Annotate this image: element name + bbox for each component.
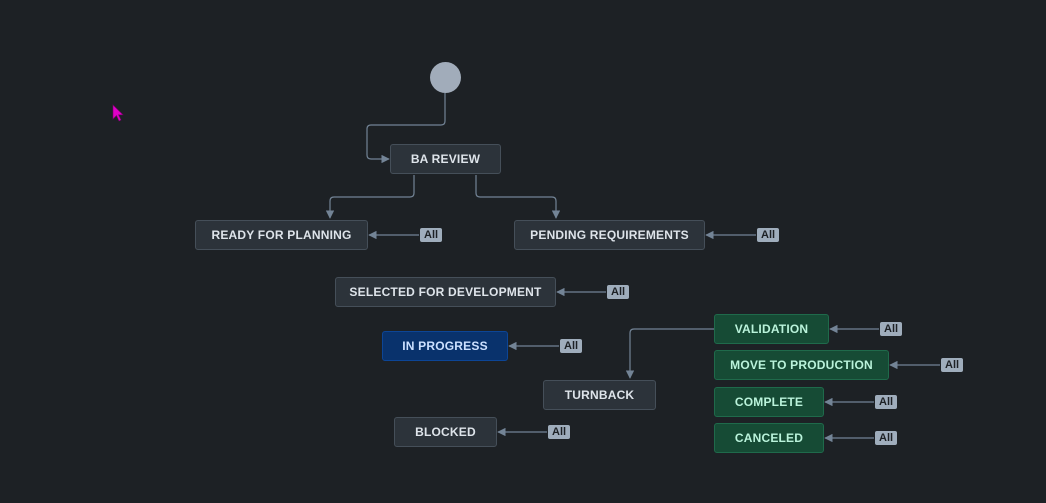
status-ready-for-planning[interactable]: READY FOR PLANNING <box>195 220 368 250</box>
status-pending-requirements[interactable]: PENDING REQUIREMENTS <box>514 220 705 250</box>
all-transition-badge-validation[interactable]: All <box>880 322 903 336</box>
edge-ba-review-to-pending-requirements <box>475 175 561 219</box>
status-complete[interactable]: COMPLETE <box>714 387 824 417</box>
all-transition-badge-pending-requirements[interactable]: All <box>757 228 780 242</box>
mouse-pointer-icon <box>112 104 124 122</box>
status-turnback[interactable]: TURNBACK <box>543 380 656 410</box>
all-transition-badge-canceled[interactable]: All <box>875 431 898 445</box>
workflow-diagram: BA REVIEW READY FOR PLANNING PENDING REQ… <box>0 0 1046 503</box>
status-blocked[interactable]: BLOCKED <box>394 417 497 447</box>
all-transition-badge-in-progress[interactable]: All <box>560 339 583 353</box>
status-in-progress[interactable]: IN PROGRESS <box>382 331 508 361</box>
edge-validation-to-turnback <box>625 328 714 379</box>
all-transition-badge-move-to-production[interactable]: All <box>941 358 964 372</box>
all-transition-badge-ready-for-planning[interactable]: All <box>420 228 443 242</box>
status-validation[interactable]: VALIDATION <box>714 314 829 344</box>
start-circle-icon <box>430 62 461 93</box>
status-canceled[interactable]: CANCELED <box>714 423 824 453</box>
all-transition-badge-blocked[interactable]: All <box>548 425 571 439</box>
status-ba-review[interactable]: BA REVIEW <box>390 144 501 174</box>
edge-ba-review-to-ready-for-planning <box>325 175 415 219</box>
all-transition-badge-complete[interactable]: All <box>875 395 898 409</box>
status-selected-for-development[interactable]: SELECTED FOR DEVELOPMENT <box>335 277 556 307</box>
transition-arrows <box>325 93 940 443</box>
all-transition-badge-selected-for-development[interactable]: All <box>607 285 630 299</box>
status-move-to-production[interactable]: MOVE TO PRODUCTION <box>714 350 889 380</box>
